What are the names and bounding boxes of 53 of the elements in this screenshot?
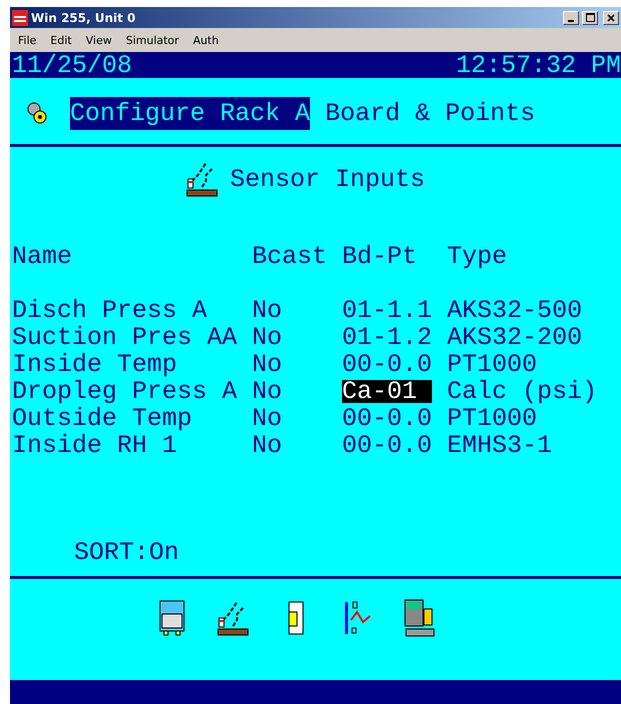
column-header: Type [447,243,508,270]
table-cell-text: PT1000 [447,405,538,432]
graph-icon [342,600,372,636]
table-cell-text: Dropleg Press A [12,378,238,405]
table-cell-text: Calc (psi) [447,378,598,405]
table-cell[interactable]: 01-1.2 [342,326,432,349]
table-cell-text: Suction Pres AA [12,324,238,351]
table-cell-text: No [252,405,284,432]
window-title: Win 255, Unit 0 [31,10,137,24]
table-cell-text: Inside Temp [12,351,178,378]
table-cell-text: AKS32-500 [447,297,584,324]
table-cell-text: PT1000 [447,351,538,378]
toolbar-button[interactable] [402,599,438,637]
section-title: Sensor Inputs [230,166,426,192]
close-button[interactable] [603,10,619,24]
column-header: Bd-Pt [342,243,418,270]
cabinet-icon [158,600,186,636]
table-cell-text: No [252,297,284,324]
gears-icon [26,101,48,125]
table-cell-text: Inside RH 1 [12,432,178,459]
table-cell[interactable]: 00-0.0 [342,434,432,457]
table-cell[interactable]: Ca-01 [342,380,432,403]
column-header: Name [12,243,74,270]
table-cell[interactable]: 01-1.1 [342,299,432,322]
table-cell-text: EMHS3-1 [447,432,554,459]
menu-item[interactable]: View [80,34,118,46]
table-cell-text: No [252,324,284,351]
menu-item[interactable]: Auth [186,34,225,46]
sensor-icon [216,600,250,636]
minimize-icon [568,20,574,22]
table-cell-text: Disch Press A [12,297,208,324]
table-cell-text: AKS32-200 [447,324,584,351]
date-text: 11/25/08 [12,52,132,78]
table-cell-text: No [252,432,284,459]
relay-icon [286,600,304,636]
table-cell[interactable]: 00-0.0 [342,407,432,430]
column-header: Bcast [252,243,328,270]
menu-item[interactable]: File [12,34,42,46]
table-cell-text: Outside Temp [12,405,194,432]
menu-item[interactable]: Simulator [120,34,185,46]
sort-status: SORT:On [74,539,180,566]
sensor-icon [186,161,220,197]
table-cell-text: No [252,378,284,405]
table-cell-text: No [252,351,284,378]
app-logo-icon [12,10,28,26]
minimize-button[interactable] [563,10,579,24]
controller-icon [404,599,436,637]
menu-item[interactable]: Edit [44,34,78,46]
close-icon [607,14,615,22]
maximize-button[interactable] [582,10,598,24]
table-cell[interactable]: 00-0.0 [342,353,432,376]
time-text: 12:57:32 PM [456,52,621,78]
maximize-icon [586,13,594,22]
